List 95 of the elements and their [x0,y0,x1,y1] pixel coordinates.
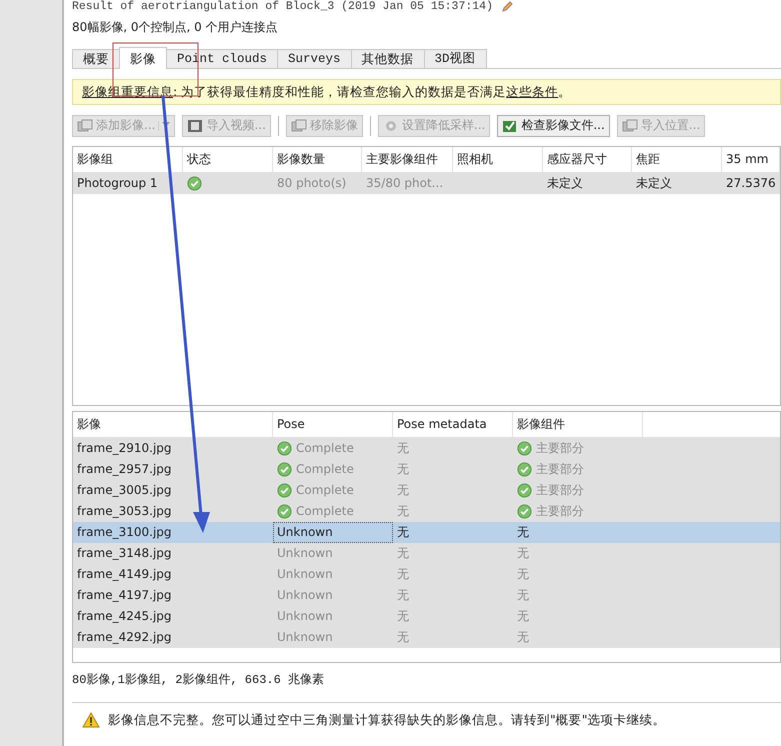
file-name: frame_3053.jpg [77,503,172,520]
pose-status: Complete [296,461,354,478]
component-name: 主要部分 [536,482,584,499]
table-cell-text: Photogroup 1 [77,175,158,192]
file-name: frame_4149.jpg [77,566,172,583]
warning-text: 影像信息不完整。您可以通过空中三角测量计算获得缺失的影像信息。请转到"概要"选项卡继续。 [108,712,666,728]
table-cell-text: 27.5376 [726,175,776,192]
file-name: frame_2957.jpg [77,461,172,478]
component-name: 无 [517,566,529,583]
warning-icon [82,712,100,728]
table-row[interactable]: frame_4149.jpg Unknown 无 无 [73,564,780,585]
table-cell-text: 35/80 phot... [366,175,444,192]
check-image-icon [502,118,518,132]
metadata-status: 无 [397,482,409,499]
pose-status: Unknown [277,608,333,625]
column-header: 影像组件 [513,412,643,437]
pose-status: Unknown [277,545,333,562]
metadata-status: 无 [397,440,409,457]
table-row[interactable]: frame_4197.jpg Unknown 无 无 [73,585,780,606]
table-row[interactable]: frame_2957.jpg Complete 无 主要部分 [73,459,780,480]
check-circle-icon [277,483,292,498]
table-row[interactable]: frame_3005.jpg Complete 无 主要部分 [73,480,780,501]
metadata-status: 无 [397,545,409,562]
column-header: 主要影像组件 [362,147,453,172]
table-row[interactable]: frame_2910.jpg Complete 无 主要部分 [73,438,780,459]
table-row[interactable]: frame_4245.jpg Unknown 无 无 [73,606,780,627]
check-circle-icon [187,176,202,191]
pose-status: Unknown [277,524,333,541]
photos-icon [290,118,307,132]
metadata-status: 无 [397,461,409,478]
component-name: 无 [517,587,529,604]
pose-status: Complete [296,482,354,499]
pencil-icon [500,1,513,13]
photos-icon [77,118,93,132]
tab[interactable]: 3D视图 [424,49,487,68]
pose-status: Complete [296,440,354,457]
file-name: frame_3005.jpg [77,482,172,499]
table-cell-text: 80 photo(s) [277,175,346,192]
component-name: 无 [517,608,529,625]
table-cell-text: 未定义 [547,175,583,192]
file-name: frame_4197.jpg [77,587,172,604]
column-header: 影像 [73,412,273,437]
pose-status: Unknown [277,566,333,583]
check-circle-icon [517,483,532,498]
selected-row[interactable]: frame_3100.jpg Unknown 无 无 [73,522,780,543]
component-name: 主要部分 [536,503,584,520]
summary-text: 80幅影像, 0个控制点, 0 个用户连接点 [72,19,279,36]
column-header: 照相机 [453,147,543,172]
column-header: 35 mm [722,147,780,172]
film-icon [187,118,204,132]
column-header: 影像数量 [273,147,362,172]
file-name: frame_3100.jpg [77,524,172,541]
table-row[interactable]: frame_4292.jpg Unknown 无 无 [73,627,780,648]
metadata-status: 无 [397,503,409,520]
status-text: 80影像,1影像组, 2影像组件, 663.6 兆像素 [72,672,326,689]
component-name: 无 [517,629,529,646]
column-header: 状态 [183,147,273,172]
column-header: 焦距 [632,147,722,172]
table-row[interactable]: frame_3053.jpg Complete 无 主要部分 [73,501,780,522]
metadata-status: 无 [397,587,409,604]
check-circle-icon [517,462,532,477]
metadata-status: 无 [397,566,409,583]
check-circle-icon [517,441,532,456]
component-name: 无 [517,524,529,541]
file-name: frame_3148.jpg [77,545,172,562]
metadata-status: 无 [397,524,409,541]
check-circle-icon [277,441,292,456]
pose-status: Unknown [277,629,333,646]
column-header: Pose [273,412,393,437]
conditions-link[interactable]: 这些条件 [506,84,558,99]
tab[interactable]: Surveys [277,49,352,68]
table-row[interactable]: frame_3148.jpg Unknown 无 无 [73,543,780,564]
column-header: 影像组 [73,147,183,172]
check-circle-icon [277,504,292,519]
check-circle-icon [277,462,292,477]
column-header: 感应器尺寸 [543,147,632,172]
tab[interactable]: 概要 [72,49,120,68]
metadata-status: 无 [397,608,409,625]
pose-status: Unknown [277,587,333,604]
pose-status: Complete [296,503,354,520]
toolbar-button[interactable]: 检查影像文件... [497,114,610,136]
tab[interactable]: 影像 [119,47,167,69]
component-name: 主要部分 [536,440,584,457]
report-title: Result of aerotriangulation of Block_3 (2019 Jan 05 15:37:14) [72,1,493,13]
photos-icon [622,118,638,132]
component-name: 主要部分 [536,461,584,478]
file-name: frame_4245.jpg [77,608,172,625]
check-circle-icon [517,504,532,519]
column-header: Pose metadata [393,412,513,437]
table-cell-text: 未定义 [636,175,672,192]
metadata-status: 无 [397,629,409,646]
file-name: frame_4292.jpg [77,629,172,646]
component-name: 无 [517,545,529,562]
tab[interactable]: 其他数据 [350,49,425,68]
file-name: frame_2910.jpg [77,440,172,457]
